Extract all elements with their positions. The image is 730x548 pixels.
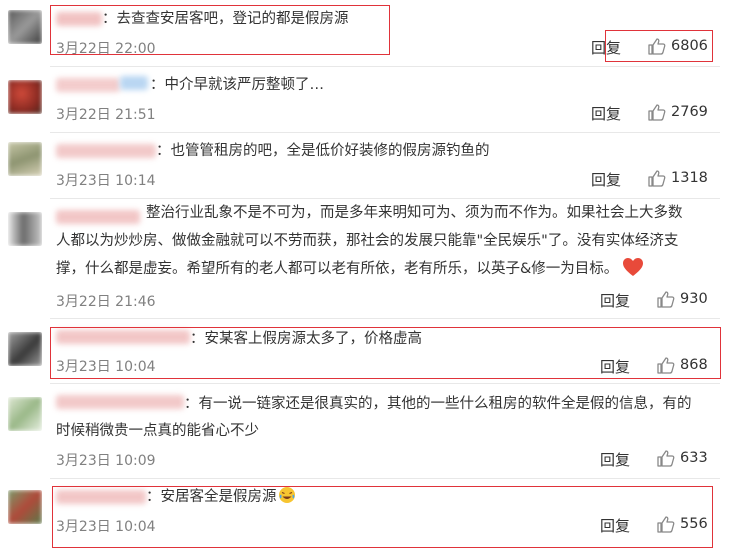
- heart-icon: [623, 258, 644, 276]
- thumbs-up-icon: [657, 291, 675, 308]
- avatar[interactable]: [8, 142, 42, 176]
- thumbs-up-icon: [648, 104, 666, 121]
- avatar[interactable]: [8, 212, 42, 246]
- comment-list: ：去查查安居客吧，登记的都是假房源 3月22日 22:00 回复 6806 ：中…: [0, 0, 730, 548]
- reply-button[interactable]: 回复: [600, 449, 630, 470]
- divider: [50, 478, 720, 479]
- comment-text: 整治行业乱象不是不可为，而是多年来明知可为、须为而不作为。如果社会上大多数: [146, 205, 683, 221]
- divider: [50, 198, 720, 199]
- thumbs-up-icon: [648, 170, 666, 187]
- username-blurred[interactable]: [56, 144, 156, 158]
- like-button[interactable]: 633: [656, 448, 708, 468]
- highlight-box: [50, 327, 721, 379]
- like-button[interactable]: 2769: [647, 102, 708, 122]
- comment-text: 撑，什么都是虚妄。希望所有的老人都可以老有所依，老有所乐，以英子&修一为目标。: [56, 256, 644, 283]
- avatar[interactable]: [8, 397, 42, 431]
- highlight-box: [605, 30, 713, 62]
- like-count: 1318: [671, 170, 708, 186]
- avatar[interactable]: [8, 80, 42, 114]
- divider: [50, 383, 720, 384]
- highlight-box: [50, 5, 390, 55]
- like-button[interactable]: 1318: [647, 168, 708, 188]
- comment-text: 时候稍微贵一点真的能省心不少: [56, 423, 259, 439]
- comment-text: ：有一说一链家还是很真实的，其他的一些什么租房的软件全是假的信息，有的: [184, 396, 692, 412]
- username-blurred[interactable]: [120, 76, 148, 90]
- avatar[interactable]: [8, 332, 42, 366]
- avatar[interactable]: [8, 490, 42, 524]
- divider: [50, 132, 720, 133]
- divider: [50, 66, 720, 67]
- username-blurred[interactable]: [56, 78, 120, 92]
- avatar[interactable]: [8, 10, 42, 44]
- like-button[interactable]: 930: [656, 289, 708, 309]
- like-count: 633: [680, 450, 708, 466]
- comment-text-line: 撑，什么都是虚妄。希望所有的老人都可以老有所依，老有所乐，以英子&修一为目标。: [56, 261, 619, 277]
- comment-text: ：中介早就该严厉整顿了…: [150, 77, 324, 93]
- comment-text: 人都以为炒炒房、做做金融就可以不劳而获，那社会的发展只能靠"全民娱乐"了。没有实…: [56, 233, 679, 249]
- comment-text: ：也管管租房的吧，全是低价好装修的假房源钓鱼的: [156, 143, 490, 159]
- username-blurred[interactable]: [56, 395, 184, 409]
- comment-time: 3月23日 10:09: [56, 453, 156, 469]
- like-count: 2769: [671, 104, 708, 120]
- reply-button[interactable]: 回复: [600, 290, 630, 311]
- highlight-box: [52, 486, 713, 548]
- reply-button[interactable]: 回复: [591, 169, 621, 190]
- divider: [50, 318, 720, 319]
- comment-time: 3月23日 10:14: [56, 173, 156, 189]
- reply-button[interactable]: 回复: [591, 103, 621, 124]
- comment-time: 3月22日 21:46: [56, 294, 156, 310]
- username-blurred[interactable]: [56, 210, 140, 224]
- thumbs-up-icon: [657, 450, 675, 467]
- like-count: 930: [680, 291, 708, 307]
- comment-time: 3月22日 21:51: [56, 107, 156, 123]
